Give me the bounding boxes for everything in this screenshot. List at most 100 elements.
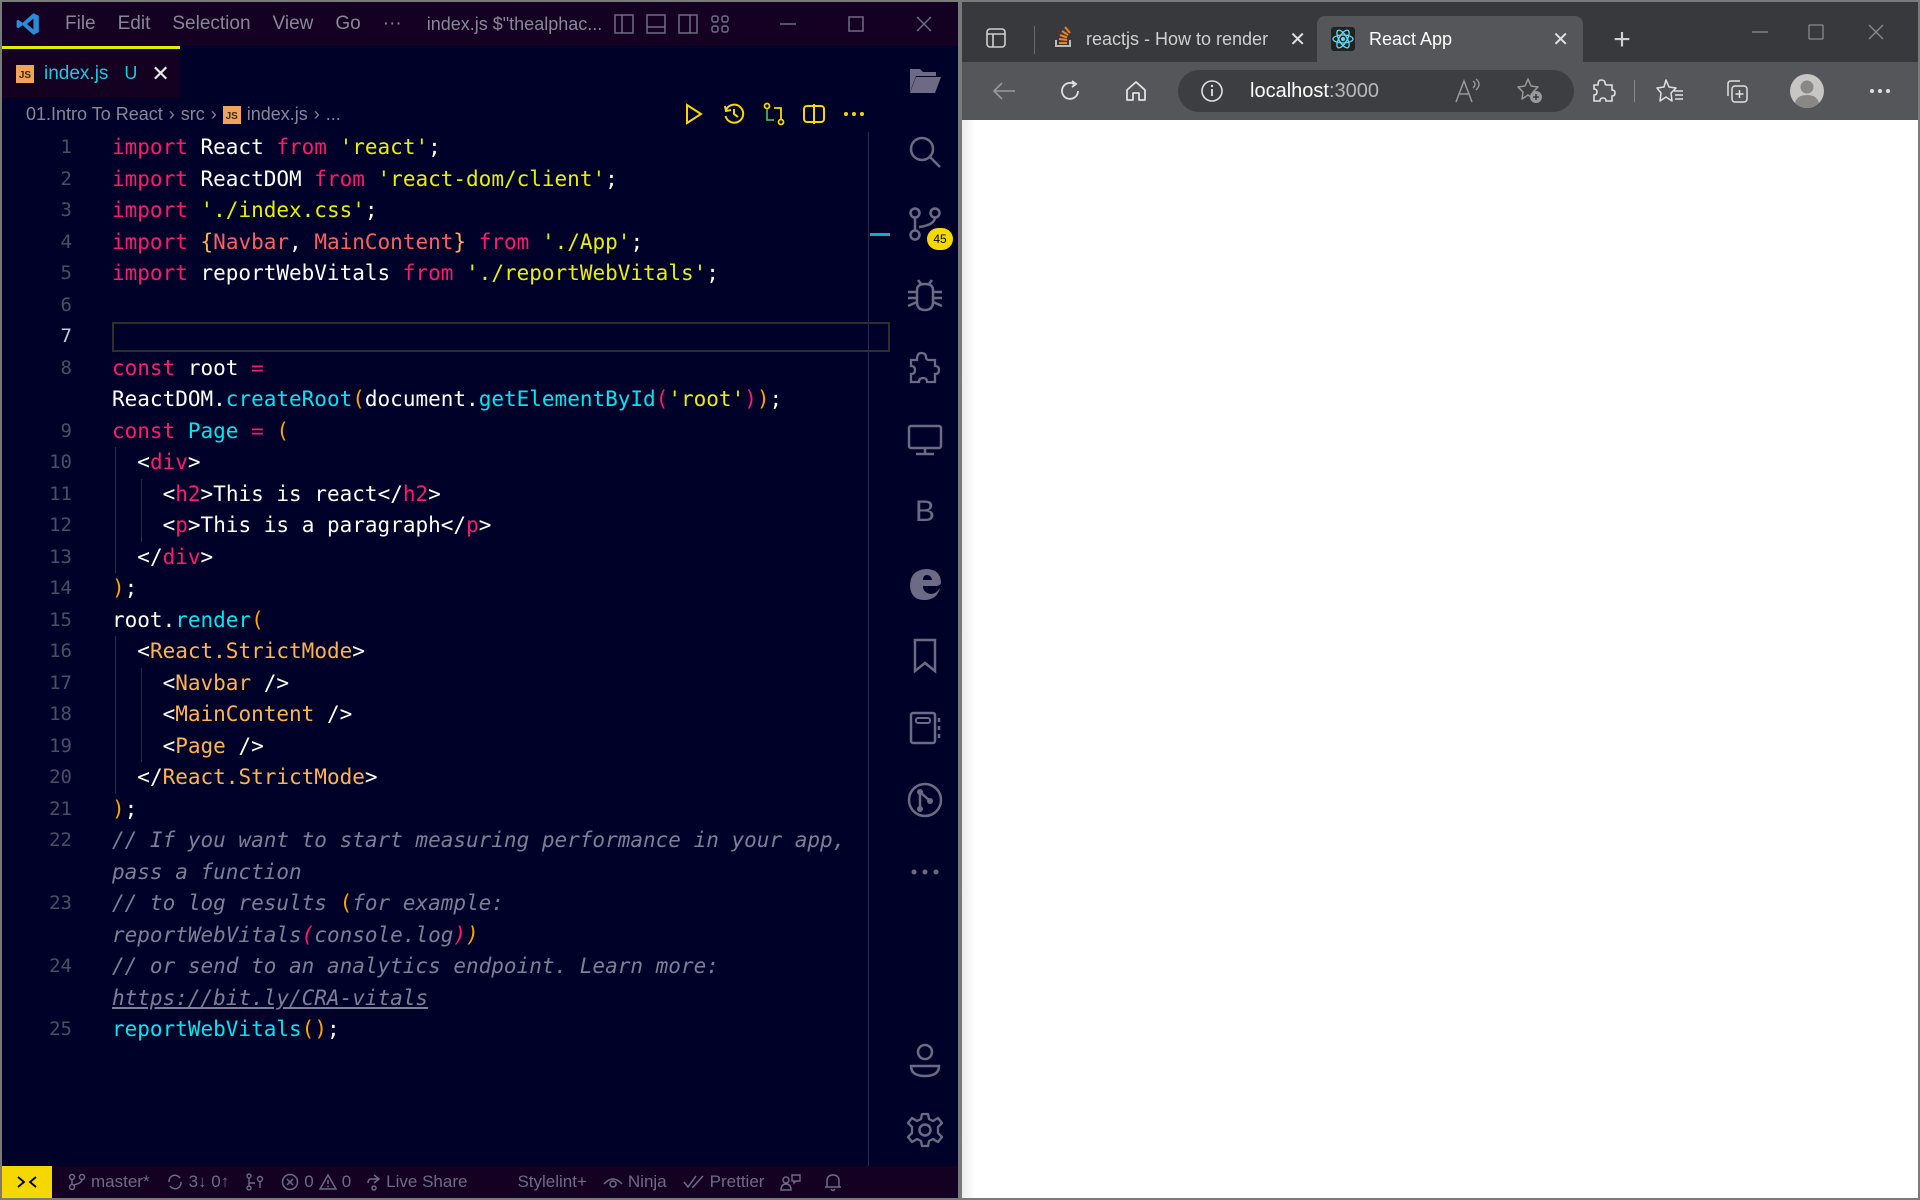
maximize-button[interactable] — [822, 2, 890, 46]
debug-icon[interactable] — [892, 268, 958, 324]
code-line[interactable]: 18 <MainContent /> — [2, 699, 870, 731]
breadcrumb-folder[interactable]: 01.Intro To React — [26, 104, 163, 125]
code-line[interactable]: 24 // or send to an analytics endpoint. L… — [2, 951, 870, 983]
code-line[interactable]: 7 — [2, 321, 890, 353]
breadcrumb-file[interactable]: index.js — [247, 104, 308, 125]
refresh-button[interactable] — [1050, 71, 1090, 111]
browser-maximize-button[interactable] — [1788, 10, 1844, 54]
code-line[interactable]: 20 </React.StrictMode> — [2, 762, 870, 794]
problems-status[interactable]: 0 0 — [281, 1172, 351, 1192]
extensions-icon[interactable] — [892, 340, 958, 396]
breadcrumb-src[interactable]: src — [181, 104, 205, 125]
add-favorite-icon[interactable] — [1516, 77, 1544, 110]
toggle-panel-icon[interactable] — [646, 14, 666, 34]
split-editor-icon[interactable] — [802, 102, 826, 126]
close-tab-icon[interactable]: ✕ — [1289, 27, 1306, 52]
run-icon[interactable] — [682, 102, 706, 126]
menu-selection[interactable]: Selection — [161, 2, 261, 46]
breadcrumb-symbols[interactable]: ... — [326, 104, 341, 125]
code-line[interactable]: reportWebVitals(console.log)) — [2, 920, 870, 952]
close-window-button[interactable] — [890, 2, 958, 46]
settings-icon[interactable] — [892, 1102, 958, 1158]
browser-minimize-button[interactable] — [1732, 10, 1788, 54]
feedback-icon[interactable] — [780, 1173, 802, 1191]
timeline-history-icon[interactable] — [722, 102, 746, 126]
code-line[interactable]: pass a function — [2, 857, 870, 889]
notifications-icon[interactable] — [824, 1172, 842, 1192]
live-share-button[interactable]: Live Share — [367, 1172, 467, 1192]
code-line[interactable]: 5 import reportWebVitals from './reportWe… — [2, 258, 870, 290]
browser-tab-react-app[interactable]: React App ✕ — [1317, 16, 1583, 62]
tab-actions-icon[interactable] — [976, 18, 1016, 58]
code-line[interactable]: https://bit.ly/CRA-vitals — [2, 983, 870, 1015]
code-line[interactable]: 11 <h2>This is react</h2> — [2, 479, 870, 511]
code-line[interactable]: 6 — [2, 290, 870, 322]
code-line[interactable]: 14); — [2, 573, 870, 605]
code-line[interactable]: 19 <Page /> — [2, 731, 870, 763]
edge-devtools-icon[interactable] — [892, 556, 958, 612]
close-tab-icon[interactable]: ✕ — [1552, 27, 1569, 52]
extensions-puzzle-icon[interactable] — [1584, 71, 1624, 111]
prettier-status[interactable]: Prettier — [683, 1172, 764, 1192]
code-line[interactable]: 23 // to log results (for example: — [2, 888, 870, 920]
git-branch[interactable]: master* — [68, 1172, 150, 1192]
browser-close-button[interactable] — [1848, 10, 1904, 54]
code-line[interactable]: 17 <Navbar /> — [2, 668, 870, 700]
search-icon[interactable] — [892, 124, 958, 180]
collections-icon[interactable] — [1716, 71, 1756, 111]
address-bar[interactable]: localhost:3000 — [1178, 70, 1574, 112]
minimize-button[interactable] — [754, 2, 822, 46]
code-line[interactable]: 25 reportWebVitals(); — [2, 1014, 870, 1046]
git-graph-status-icon[interactable] — [245, 1173, 265, 1191]
explorer-icon[interactable] — [892, 52, 958, 108]
code-line[interactable]: 15 root.render( — [2, 605, 870, 637]
profile-avatar[interactable] — [1784, 68, 1830, 114]
notebook-icon[interactable] — [892, 700, 958, 756]
customize-layout-icon[interactable] — [710, 14, 730, 34]
code-line[interactable]: 9 const Page = ( — [2, 416, 870, 448]
bookmarks-icon[interactable] — [892, 628, 958, 684]
menu-more[interactable]: ··· — [372, 2, 413, 46]
menu-file[interactable]: File — [54, 2, 107, 46]
remote-indicator-icon[interactable] — [2, 1166, 52, 1198]
read-aloud-icon[interactable] — [1454, 78, 1482, 109]
code-line[interactable]: 13 </div> — [2, 542, 870, 574]
code-line[interactable]: 1 import React from 'react'; — [2, 132, 870, 164]
more-icon[interactable] — [892, 844, 958, 900]
tab-index-js[interactable]: JS index.js U ✕ — [2, 46, 180, 98]
code-line[interactable]: 12 <p>This is a paragraph</p> — [2, 510, 870, 542]
toggle-primary-sidebar-icon[interactable] — [614, 14, 634, 34]
code-line[interactable]: 16 <React.StrictMode> — [2, 636, 870, 668]
browser-tab-stackoverflow[interactable]: reactjs - How to render ✕ — [1042, 16, 1312, 62]
code-line[interactable]: 2 import ReactDOM from 'react-dom/client'… — [2, 164, 870, 196]
code-line[interactable]: 10 <div> — [2, 447, 870, 479]
remote-explorer-icon[interactable] — [892, 412, 958, 468]
new-tab-button[interactable]: + — [1602, 20, 1642, 60]
home-button[interactable] — [1116, 71, 1156, 111]
favorites-icon[interactable] — [1650, 71, 1690, 111]
back-button[interactable] — [984, 71, 1024, 111]
code-line[interactable]: 4 import {Navbar, MainContent} from './Ap… — [2, 227, 870, 259]
menu-view[interactable]: View — [262, 2, 325, 46]
code-line[interactable]: 3 import './index.css'; — [2, 195, 870, 227]
menu-edit[interactable]: Edit — [107, 2, 162, 46]
sync-status[interactable]: 3↓ 0↑ — [166, 1172, 229, 1192]
compare-changes-icon[interactable] — [762, 102, 786, 126]
menu-go[interactable]: Go — [324, 2, 371, 46]
settings-more-icon[interactable] — [1860, 71, 1900, 111]
code-line[interactable]: 22 // If you want to start measuring perf… — [2, 825, 870, 857]
source-control-icon[interactable]: 45 — [892, 196, 958, 252]
more-actions-icon[interactable] — [842, 102, 866, 126]
code-line[interactable]: 8 const root = — [2, 353, 870, 385]
url-text[interactable]: localhost:3000 — [1250, 80, 1379, 103]
code-line[interactable]: 21); — [2, 794, 870, 826]
git-graph-icon[interactable] — [892, 772, 958, 828]
toggle-secondary-sidebar-icon[interactable] — [678, 14, 698, 34]
stylelint-status[interactable]: Stylelint+ — [517, 1172, 586, 1192]
editor-scrollbar[interactable] — [868, 132, 869, 1168]
tab-close-icon[interactable]: ✕ — [151, 61, 169, 87]
code-editor[interactable]: 1 import React from 'react'; 2 import React… — [2, 132, 890, 1046]
ninja-status[interactable]: Ninja — [603, 1172, 667, 1192]
site-info-icon[interactable] — [1200, 79, 1224, 108]
bootstrap-icon[interactable]: B — [892, 484, 958, 540]
